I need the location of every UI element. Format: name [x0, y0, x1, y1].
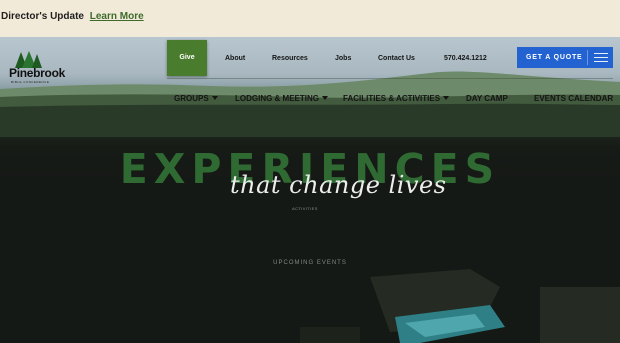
- nav-facilities-activities[interactable]: FACILITIES & ACTIVITIES: [343, 94, 450, 103]
- get-a-quote-label: GET A QUOTE: [526, 54, 583, 61]
- phone-link[interactable]: 570.424.1212: [444, 55, 487, 62]
- quote-divider: [587, 50, 588, 65]
- brand-name: Pinebrook: [9, 66, 65, 80]
- announcement-bar: Director's Update Learn More: [0, 0, 620, 37]
- nav-jobs[interactable]: Jobs: [335, 55, 351, 62]
- nav-resources[interactable]: Resources: [272, 55, 308, 62]
- learn-more-link[interactable]: Learn More: [90, 11, 144, 22]
- give-button[interactable]: Give: [167, 40, 207, 76]
- nav-divider: [167, 78, 613, 79]
- nav-groups[interactable]: GROUPS: [174, 94, 218, 103]
- brand-tagline: BIBLE CONFERENCE: [11, 80, 50, 84]
- caret-down-icon: [211, 96, 218, 100]
- hero-tiny-label: ACTIVITIES: [292, 206, 318, 211]
- caret-down-icon: [322, 96, 328, 100]
- get-a-quote-button[interactable]: GET A QUOTE: [517, 47, 613, 68]
- caret-down-icon: [443, 96, 450, 100]
- hero-script-subline: that change lives: [230, 171, 447, 199]
- nav-lodging-meeting[interactable]: LODGING & MEETING: [235, 94, 328, 103]
- upcoming-events-label[interactable]: UPCOMING EVENTS: [0, 260, 620, 266]
- nav-day-camp[interactable]: DAY CAMP: [466, 94, 508, 103]
- nav-events-calendar[interactable]: EVENTS CALENDAR: [534, 94, 613, 103]
- announcement-text: Director's Update: [1, 11, 84, 22]
- nav-contact-us[interactable]: Contact Us: [378, 55, 415, 62]
- nav-about[interactable]: About: [225, 55, 245, 62]
- hamburger-icon[interactable]: [594, 53, 608, 62]
- hero-section: Pinebrook BIBLE CONFERENCE Give About Re…: [0, 37, 620, 343]
- brand-logo[interactable]: Pinebrook BIBLE CONFERENCE: [9, 51, 81, 85]
